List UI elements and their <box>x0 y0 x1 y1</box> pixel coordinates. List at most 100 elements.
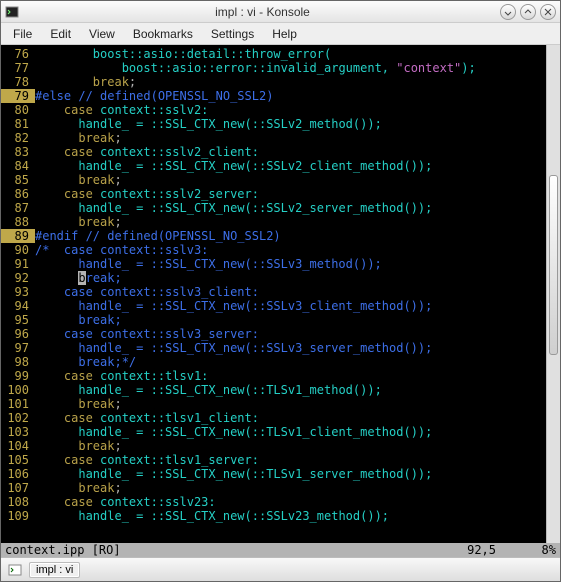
code-text: /* case context::sslv3: <box>35 243 546 257</box>
line-number: 76 <box>1 47 35 61</box>
code-line: 84 handle_ = ::SSL_CTX_new(::SSLv2_clien… <box>1 159 546 173</box>
code-line: 107 break; <box>1 481 546 495</box>
line-number: 77 <box>1 61 35 75</box>
line-number: 108 <box>1 495 35 509</box>
code-text: #else // defined(OPENSSL_NO_SSL2) <box>35 89 546 103</box>
line-number: 109 <box>1 509 35 523</box>
close-button[interactable] <box>540 4 556 20</box>
code-text: break; <box>35 439 546 453</box>
line-number: 104 <box>1 439 35 453</box>
code-text: boost::asio::detail::throw_error( <box>35 47 546 61</box>
code-line: 76 boost::asio::detail::throw_error( <box>1 47 546 61</box>
code-line: 86 case context::sslv2_server: <box>1 187 546 201</box>
new-tab-icon[interactable] <box>7 562 23 578</box>
menubar: File Edit View Bookmarks Settings Help <box>1 23 560 45</box>
line-number: 95 <box>1 313 35 327</box>
window-title: impl : vi - Konsole <box>25 5 500 19</box>
menu-edit[interactable]: Edit <box>42 25 79 43</box>
code-text: break; <box>35 481 546 495</box>
code-text: case context::sslv2_client: <box>35 145 546 159</box>
code-line: 92 break; <box>1 271 546 285</box>
terminal-icon <box>5 5 19 19</box>
code-line: 101 break; <box>1 397 546 411</box>
menu-settings[interactable]: Settings <box>203 25 262 43</box>
code-line: 88 break; <box>1 215 546 229</box>
window-controls <box>500 4 556 20</box>
code-line: 98 break;*/ <box>1 355 546 369</box>
code-text: case context::tlsv1_server: <box>35 453 546 467</box>
line-number: 94 <box>1 299 35 313</box>
code-text: handle_ = ::SSL_CTX_new(::SSLv2_server_m… <box>35 201 546 215</box>
code-text: case context::sslv3_client: <box>35 285 546 299</box>
menu-bookmarks[interactable]: Bookmarks <box>125 25 201 43</box>
code-line: 79#else // defined(OPENSSL_NO_SSL2) <box>1 89 546 103</box>
code-text: break; <box>35 215 546 229</box>
line-number: 89 <box>1 229 35 243</box>
code-text: handle_ = ::SSL_CTX_new(::SSLv2_method()… <box>35 117 546 131</box>
code-text: handle_ = ::SSL_CTX_new(::SSLv3_method()… <box>35 257 546 271</box>
status-file: context.ipp [RO] <box>5 543 467 557</box>
code-text: #endif // defined(OPENSSL_NO_SSL2) <box>35 229 546 243</box>
line-number: 82 <box>1 131 35 145</box>
line-number: 105 <box>1 453 35 467</box>
terminal[interactable]: 76 boost::asio::detail::throw_error(77 b… <box>1 45 546 543</box>
code-text: break; <box>35 131 546 145</box>
menu-help[interactable]: Help <box>264 25 305 43</box>
code-line: 91 handle_ = ::SSL_CTX_new(::SSLv3_metho… <box>1 257 546 271</box>
line-number: 78 <box>1 75 35 89</box>
line-number: 79 <box>1 89 35 103</box>
code-line: 106 handle_ = ::SSL_CTX_new(::TLSv1_serv… <box>1 467 546 481</box>
minimize-button[interactable] <box>500 4 516 20</box>
line-number: 93 <box>1 285 35 299</box>
code-text: case context::sslv2_server: <box>35 187 546 201</box>
code-line: 103 handle_ = ::SSL_CTX_new(::TLSv1_clie… <box>1 425 546 439</box>
tab-bar: impl : vi <box>1 557 560 581</box>
code-line: 102 case context::tlsv1_client: <box>1 411 546 425</box>
code-line: 95 break; <box>1 313 546 327</box>
line-number: 84 <box>1 159 35 173</box>
line-number: 80 <box>1 103 35 117</box>
status-percent: 8% <box>496 543 556 557</box>
line-number: 81 <box>1 117 35 131</box>
code-text: handle_ = ::SSL_CTX_new(::TLSv1_method()… <box>35 383 546 397</box>
line-number: 96 <box>1 327 35 341</box>
tab-item[interactable]: impl : vi <box>29 562 80 578</box>
line-number: 98 <box>1 355 35 369</box>
line-number: 91 <box>1 257 35 271</box>
code-line: 80 case context::sslv2: <box>1 103 546 117</box>
line-number: 102 <box>1 411 35 425</box>
code-line: 90/* case context::sslv3: <box>1 243 546 257</box>
code-text: handle_ = ::SSL_CTX_new(::SSLv2_client_m… <box>35 159 546 173</box>
code-text: case context::sslv3_server: <box>35 327 546 341</box>
maximize-button[interactable] <box>520 4 536 20</box>
line-number: 100 <box>1 383 35 397</box>
code-text: break; <box>35 173 546 187</box>
code-line: 83 case context::sslv2_client: <box>1 145 546 159</box>
line-number: 86 <box>1 187 35 201</box>
code-line: 105 case context::tlsv1_server: <box>1 453 546 467</box>
line-number: 88 <box>1 215 35 229</box>
menu-file[interactable]: File <box>5 25 40 43</box>
code-line: 96 case context::sslv3_server: <box>1 327 546 341</box>
scrollbar[interactable] <box>546 45 560 543</box>
titlebar[interactable]: impl : vi - Konsole <box>1 1 560 23</box>
code-line: 82 break; <box>1 131 546 145</box>
code-text: handle_ = ::SSL_CTX_new(::TLSv1_client_m… <box>35 425 546 439</box>
terminal-area: 76 boost::asio::detail::throw_error(77 b… <box>1 45 560 543</box>
code-line: 81 handle_ = ::SSL_CTX_new(::SSLv2_metho… <box>1 117 546 131</box>
code-text: handle_ = ::SSL_CTX_new(::SSLv23_method(… <box>35 509 546 523</box>
code-text: handle_ = ::SSL_CTX_new(::SSLv3_client_m… <box>35 299 546 313</box>
line-number: 83 <box>1 145 35 159</box>
line-number: 107 <box>1 481 35 495</box>
code-line: 104 break; <box>1 439 546 453</box>
line-number: 85 <box>1 173 35 187</box>
konsole-window: impl : vi - Konsole File Edit View Bookm… <box>0 0 561 582</box>
menu-view[interactable]: View <box>81 25 123 43</box>
vi-statusbar: context.ipp [RO] 92,5 8% <box>1 543 560 557</box>
code-text: break; <box>35 313 546 327</box>
line-number: 106 <box>1 467 35 481</box>
scroll-thumb[interactable] <box>549 175 558 355</box>
code-text: boost::asio::error::invalid_argument, "c… <box>35 61 546 75</box>
code-text: case context::sslv2: <box>35 103 546 117</box>
code-line: 89#endif // defined(OPENSSL_NO_SSL2) <box>1 229 546 243</box>
